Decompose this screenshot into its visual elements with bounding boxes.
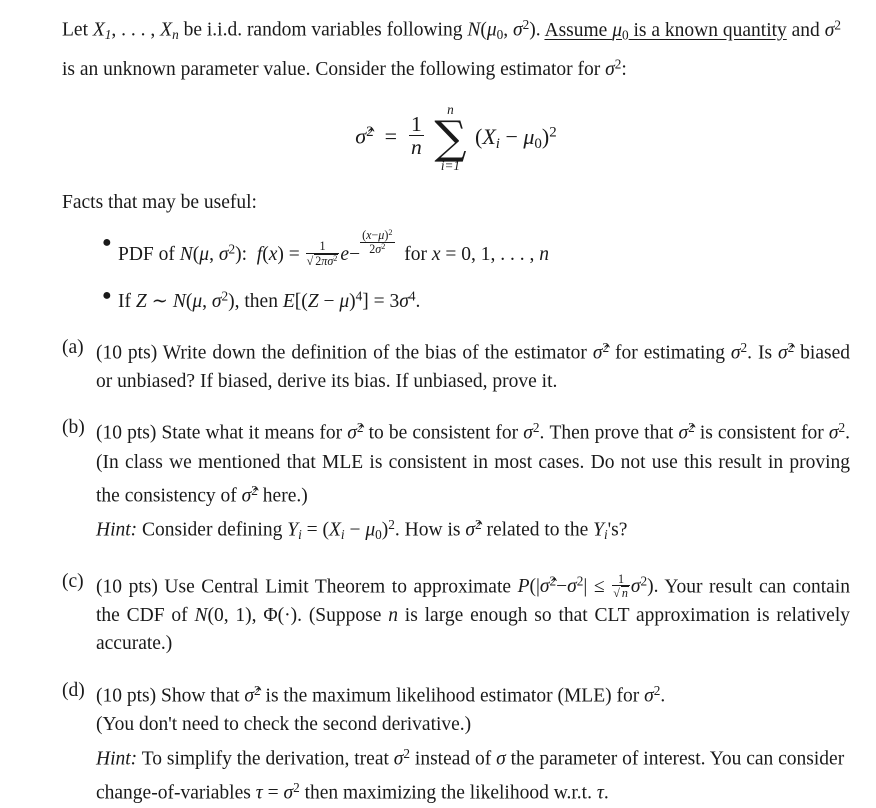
part-b-body: (10 pts) State what it means for σ̂2 to … bbox=[96, 420, 850, 507]
part-c: (c) (10 pts) Use Central Limit Theorem t… bbox=[62, 568, 850, 659]
part-c-body: (10 pts) Use Central Limit Theorem to ap… bbox=[96, 571, 851, 655]
intro-prefix: Let bbox=[62, 19, 93, 41]
part-a-marker: (a) bbox=[62, 336, 84, 358]
part-b-hint-label: Hint: bbox=[96, 519, 138, 541]
fact-item-pdf: ● PDF of N(μ, σ2): f(x) = 1 √ 2πσ2 e− (x−μ)2… bbox=[62, 227, 850, 270]
fact-item-fourth-moment: ● If Z ∼ N(μ, σ2), then E[(Z − μ)4] = 3σ… bbox=[62, 282, 850, 316]
part-c-points: (10 pts) bbox=[96, 576, 158, 598]
intro-mid: be i.i.d. random variables following bbox=[178, 19, 468, 41]
underlined-assumption: Assume μ0 is a known quantity bbox=[544, 19, 787, 43]
summation-operator: n ∑ i=1 bbox=[434, 103, 467, 172]
sigma-glyph: ∑ bbox=[434, 110, 467, 164]
summand: (Xi − μ0)2 bbox=[475, 123, 557, 152]
part-d-marker: (d) bbox=[62, 679, 85, 701]
equation-content: σ̂2 = 1 n n ∑ i=1 (Xi − μ0)2 bbox=[355, 102, 557, 173]
part-d-hint-label: Hint: bbox=[96, 748, 138, 770]
part-b-points: (10 pts) bbox=[96, 423, 157, 445]
facts-heading: Facts that may be useful: bbox=[62, 191, 257, 213]
problem-parts-list: (a) (10 pts) Write down the definition o… bbox=[62, 334, 850, 808]
fourth-moment-content: If Z ∼ N(μ, σ2), then E[(Z − μ)4] = 3σ4. bbox=[118, 288, 421, 312]
part-d-hint: Hint: To simplify the derivation, treat … bbox=[96, 745, 845, 804]
part-b: (b) (10 pts) State what it means for σ̂2… bbox=[62, 414, 850, 549]
bullet-icon: ● bbox=[102, 287, 112, 305]
sigma-hat-squared: σ̂ bbox=[355, 123, 367, 149]
one-over-n-fraction: 1 n bbox=[409, 112, 424, 160]
random-variables: X bbox=[92, 19, 105, 41]
pdf-normalizing-fraction: 1 √ 2πσ2 bbox=[305, 239, 340, 269]
part-a-body: (10 pts) Write down the definition of th… bbox=[96, 339, 850, 392]
bullet-icon: ● bbox=[102, 233, 112, 251]
sum-lower-limit: i=1 bbox=[440, 157, 460, 173]
part-d-points: (10 pts) bbox=[96, 685, 157, 707]
part-b-marker: (b) bbox=[62, 417, 85, 439]
part-a: (a) (10 pts) Write down the definition o… bbox=[62, 334, 850, 397]
estimator-display-equation: σ̂2 = 1 n n ∑ i=1 (Xi − μ0)2 bbox=[62, 100, 850, 172]
document-page: Let X1, . . . , Xn be i.i.d. random vari… bbox=[0, 0, 876, 803]
one-over-sqrt-n: 1 √ n bbox=[612, 571, 630, 601]
normal-distribution: N bbox=[467, 19, 481, 41]
equals-sign: = bbox=[379, 123, 403, 149]
sum-upper-limit: n bbox=[447, 102, 454, 118]
facts-list: ● PDF of N(μ, σ2): f(x) = 1 √ 2πσ2 e− (x−μ)2… bbox=[62, 227, 850, 316]
intro-paragraph: Let X1, . . . , Xn be i.i.d. random vari… bbox=[62, 17, 841, 80]
part-d: (d) (10 pts) Show that σ̂2 is the maximu… bbox=[62, 677, 850, 808]
pdf-exponent: (x−μ)2 2σ2 bbox=[360, 227, 395, 256]
part-a-points: (10 pts) bbox=[96, 342, 158, 364]
pdf-fact-content: PDF of N(μ, σ2): f(x) = 1 √ 2πσ2 e− (x−μ)2 2σ… bbox=[118, 227, 550, 269]
part-d-body: (10 pts) Show that σ̂2 is the maximum li… bbox=[96, 682, 666, 736]
clt-probability-expression: P(|σ̂2−σ2| ≤ 1 √ n σ2). bbox=[517, 571, 659, 601]
part-b-hint: Hint: Consider defining Yi = (Xi − μ0)2.… bbox=[96, 517, 628, 543]
part-c-marker: (c) bbox=[62, 570, 84, 592]
